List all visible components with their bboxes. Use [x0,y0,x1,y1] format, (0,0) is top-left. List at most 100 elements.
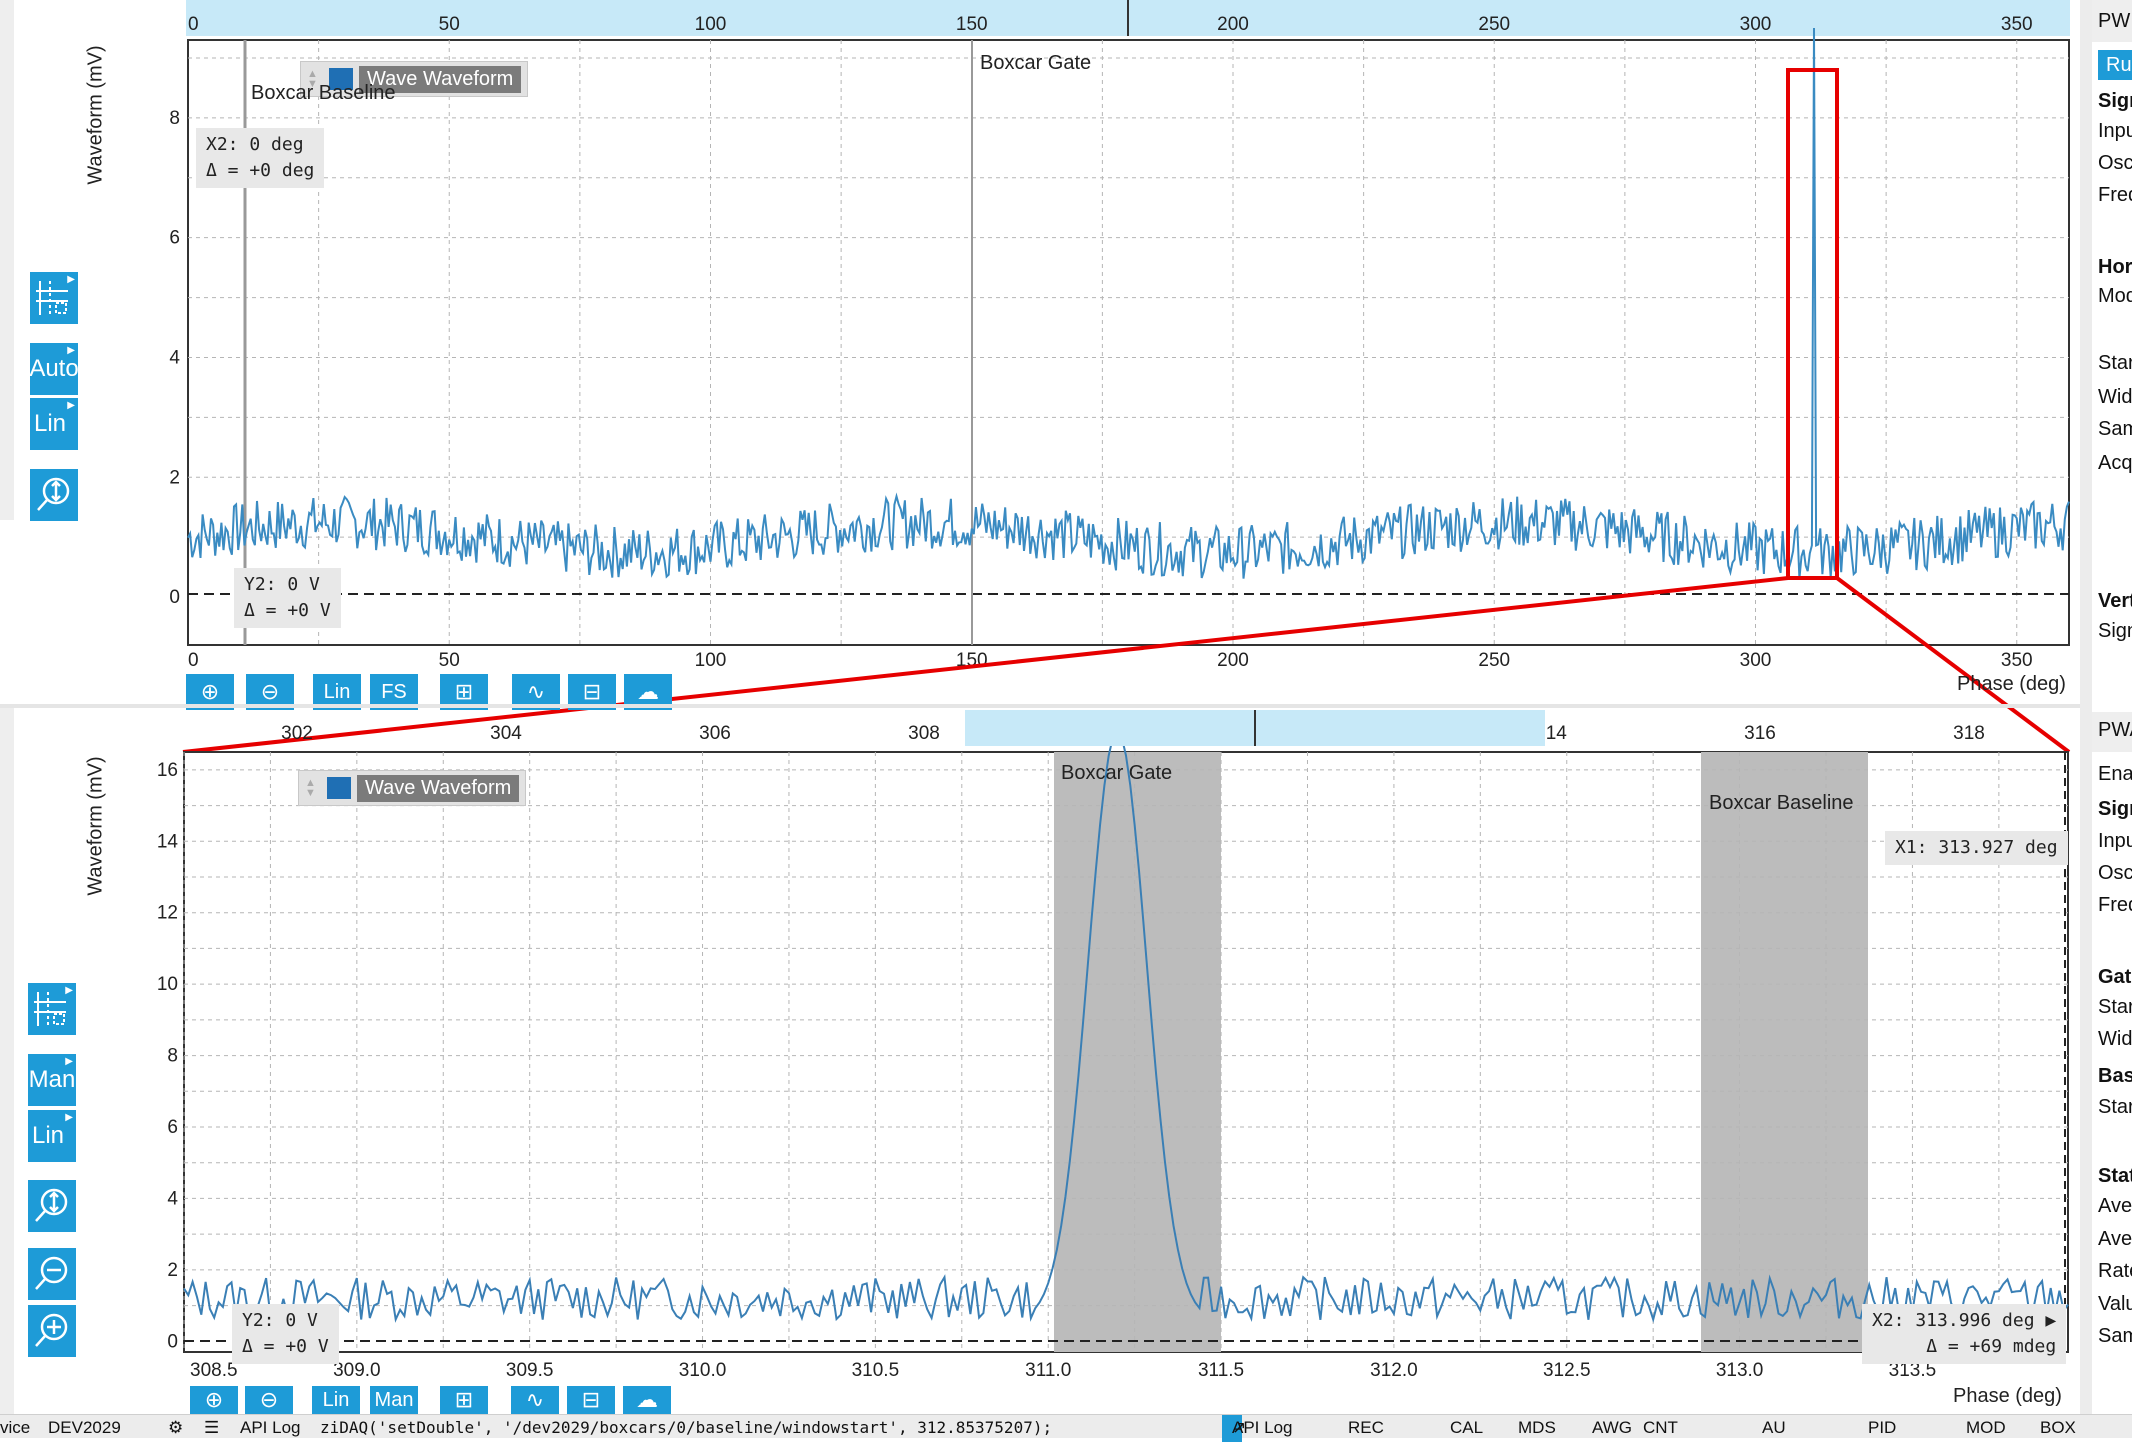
bottom-y-tick-label: 0 [167,1331,178,1352]
top-range-tick-label: 300 [1740,14,1772,35]
bottom-x-tick-label: 312.5 [1543,1360,1591,1381]
right-panel-bottom-item: Fred [2098,894,2132,916]
right-panel-top-item: Sign [2098,90,2132,112]
bottom-zoom-out-x-button[interactable]: ⊖ [245,1386,293,1414]
bottom-range-tick-label: 318 [1953,723,1985,744]
status-indicator[interactable]: MDS [1518,1418,1556,1438]
status-indicator[interactable]: BOX [2040,1418,2076,1438]
right-panel-bottom-item: Aver [2098,1195,2132,1217]
right-panel-top-item: Mod [2098,285,2132,307]
right-panel-top-item: Inpu [2098,120,2132,142]
list-icon[interactable]: ☰ [204,1418,219,1438]
legend-swatch [327,777,351,799]
save-folder-icon: ⊟ [581,1387,601,1412]
zoom-out-icon [35,1256,68,1290]
bottom-x-tick-label: 311.5 [1198,1360,1244,1381]
bottom-x-tick-label: 308.5 [190,1360,238,1381]
right-panel-bottom-item: Gate [2098,966,2132,988]
device-id[interactable]: DEV2029 [48,1418,121,1438]
top-range-tick-label: 150 [956,14,988,35]
man-scale-button[interactable]: Man ▶ [28,1054,76,1106]
top-x-tick-label: 0 [188,650,199,671]
top-x-tick-label: 200 [1217,650,1249,671]
top-x-cursor-readout: X2: 0 deg Δ = +0 deg [196,128,325,188]
bottom-cursor-menu-button[interactable]: ▶ [28,983,76,1035]
bottom-y-tick-label: 16 [157,760,178,781]
status-indicator[interactable]: AU [1762,1418,1786,1438]
status-indicator[interactable]: MOD [1966,1418,2006,1438]
bottom-x-tick-label: 310.0 [679,1360,727,1381]
settings-icon[interactable]: ⚙ [168,1418,183,1438]
top-gate-label: Boxcar Gate [980,52,1092,74]
right-panel-bottom-item: Inpu [2098,830,2132,852]
status-indicator[interactable]: CNT [1643,1418,1678,1438]
legend-spin-icon[interactable]: ▲ ▼ [305,778,319,799]
bottom-y-cursor-readout: Y2: 0 V Δ = +0 V [232,1304,339,1364]
top-range-tick-label: 250 [1478,14,1510,35]
bottom-range-strip-divider [1254,710,1256,746]
bottom-x-tick-label: 309.5 [506,1360,554,1381]
bottom-x-axis-label: Phase (deg) [1953,1385,2062,1407]
bottom-zoom-out-button[interactable] [28,1248,76,1300]
right-panel-bottom-item: Bas [2098,1065,2132,1087]
bottom-gate-label: Boxcar Gate [1061,762,1173,784]
right-panel-top-item: Vert [2098,590,2132,612]
bottom-y-tick-label: 4 [167,1188,178,1209]
right-panel-bottom-item: Aver [2098,1228,2132,1250]
bottom-cloud-button[interactable]: ☁ [623,1386,671,1414]
bottom-x-tick-label: 311.0 [1025,1360,1071,1381]
bottom-zoom-fit-button[interactable] [28,1180,76,1232]
bottom-x-cursor-button[interactable]: ⊞ [440,1386,488,1414]
bottom-zoom-in-button[interactable] [28,1305,76,1357]
top-y-tick-label: 6 [169,228,180,249]
bottom-x-tick-label: 309.0 [333,1360,381,1381]
bottom-legend[interactable]: ▲ ▼ Wave Waveform [298,770,527,806]
top-y-tick-label: 8 [169,108,180,129]
chart-math-icon: ∿ [526,679,546,704]
top-x-tick-label: 250 [1478,650,1510,671]
bottom-range-tick-label: 316 [1744,723,1776,744]
api-command-text: ziDAQ('setDouble', '/dev2029/boxcars/0/b… [320,1418,1053,1437]
top-y-tick-label: 2 [169,467,180,488]
status-indicator[interactable]: REC [1348,1418,1384,1438]
bottom-lin-x-button[interactable]: Lin [312,1386,360,1414]
top-range-tick-label: 0 [188,14,199,35]
right-panel-bottom-item: Star [2098,1096,2132,1118]
top-baseline-label: Boxcar Baseline [251,82,396,104]
bottom-baseline-window[interactable] [1701,752,1868,1352]
bottom-lin-scale-button[interactable]: Lin ▶ [28,1110,76,1162]
top-y-tick-label: 0 [169,587,180,608]
bottom-gate-window[interactable] [1054,752,1221,1352]
right-panel-bottom-item: Star [2098,996,2132,1018]
right-panel-top-item: Hor [2098,256,2132,278]
api-log-button[interactable]: API Log ↗ [1222,1415,1293,1442]
right-panel-bottom-item: Sign [2098,798,2132,820]
plots-divider [0,704,2132,708]
bottom-baseline-label: Boxcar Baseline [1709,792,1854,814]
top-x-axis-label: Phase (deg) [1957,673,2066,695]
status-indicator[interactable]: CAL [1450,1418,1483,1438]
bottom-man-x-button[interactable]: Man [370,1386,418,1414]
top-range-tick-label: 50 [439,14,460,35]
bottom-y-tick-label: 2 [167,1260,178,1281]
api-log-label: API Log [240,1418,301,1437]
top-y-tick-label: 4 [169,347,180,368]
bottom-math-button[interactable]: ∿ [511,1386,559,1414]
status-indicator[interactable]: PID [1868,1418,1896,1438]
top-x-tick-label: 50 [439,650,460,671]
zoom-fit-icon [35,1188,68,1222]
bottom-range-tick-label: 302 [281,723,313,744]
bottom-y-tick-label: 12 [157,903,178,924]
right-panel-top-item: Fred [2098,184,2132,206]
status-indicator[interactable]: AWG [1592,1418,1632,1438]
save-folder-icon: ⊟ [582,679,602,704]
right-panel-top-item: Acq [2098,452,2132,474]
device-label: vice [0,1418,31,1437]
run-button[interactable]: Ru [2098,50,2132,80]
zoom-in-icon [35,1313,68,1347]
bottom-x1-cursor-readout: X1: 313.927 deg [1885,831,2068,865]
right-panel-top-item: Wid [2098,386,2132,408]
bottom-save-button[interactable]: ⊟ [567,1386,615,1414]
bottom-zoom-in-x-button[interactable]: ⊕ [190,1386,238,1414]
right-panel-bottom-item: Stat [2098,1165,2132,1187]
